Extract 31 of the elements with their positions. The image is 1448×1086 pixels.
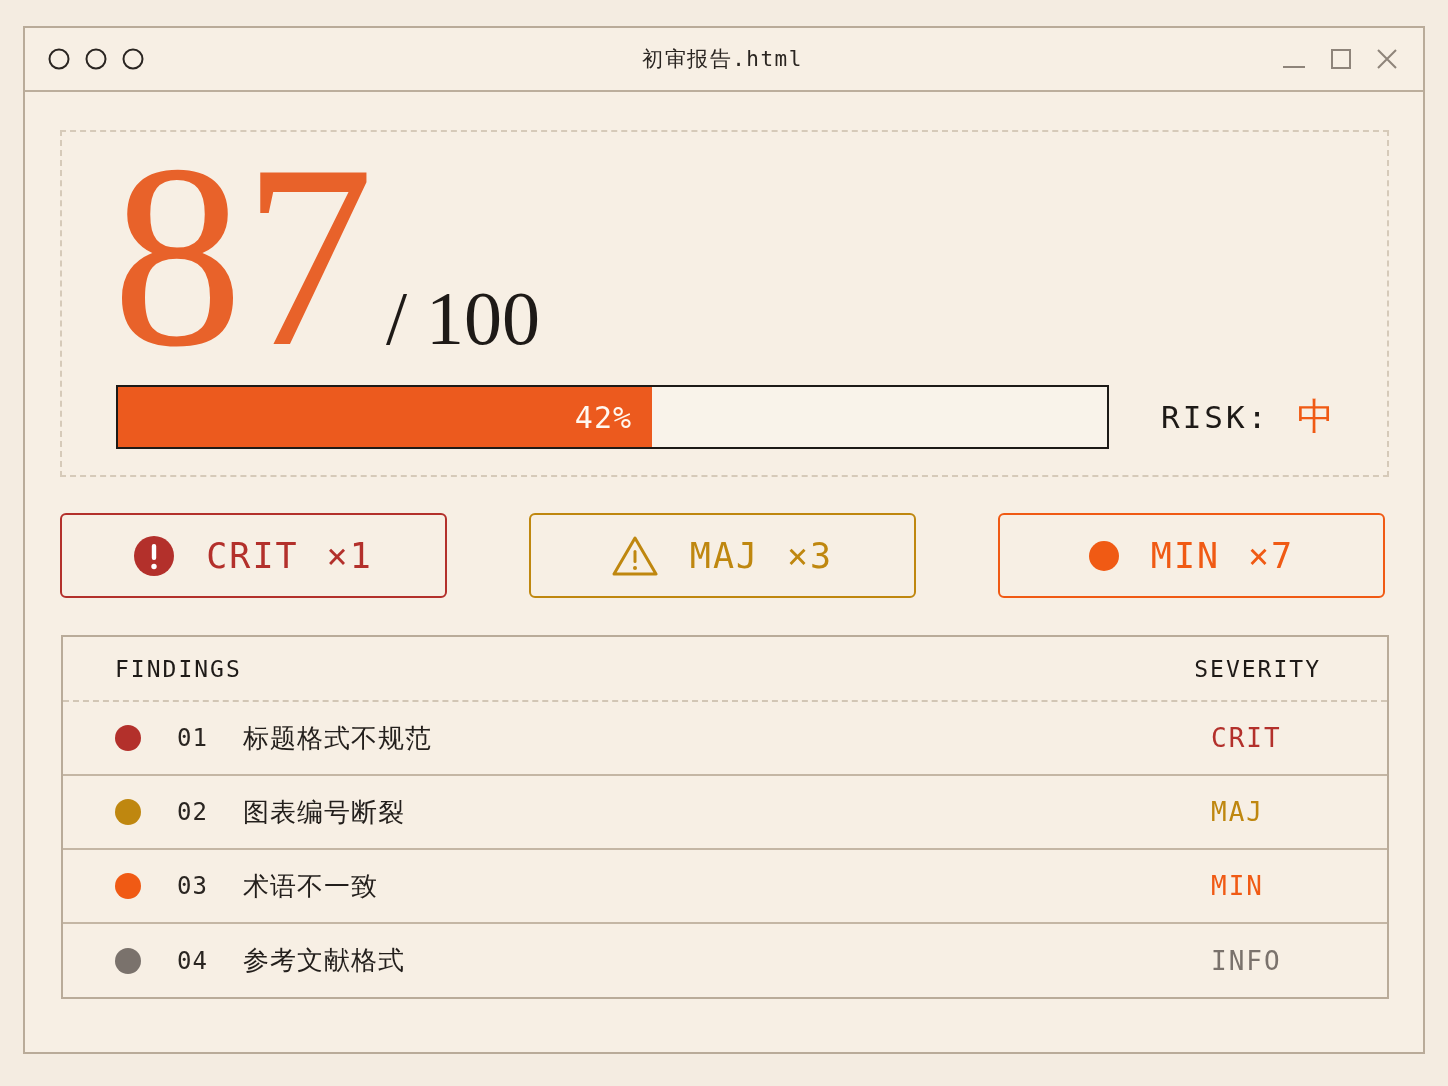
close-icon[interactable]: [1377, 49, 1397, 69]
finding-number: 04: [177, 946, 209, 975]
severity-label: MIN: [1150, 535, 1221, 576]
score-total: / 100: [386, 280, 541, 356]
risk-label: RISK:: [1161, 399, 1270, 435]
maximize-icon[interactable]: [1331, 49, 1351, 69]
severity-text: CRIT: [1211, 723, 1283, 753]
risk-value: 中: [1297, 394, 1335, 440]
column-header: FINDINGS: [115, 655, 242, 682]
severity-text: MIN: [1211, 871, 1265, 901]
severity-label: CRIT: [206, 535, 299, 576]
circle-button-icon[interactable]: [48, 48, 70, 70]
finding-title: 图表编号断裂: [243, 795, 405, 829]
finding-title: 术语不一致: [243, 869, 378, 903]
circle-button-icon[interactable]: [85, 48, 107, 70]
circle-button-icon[interactable]: [122, 48, 144, 70]
column-header: SEVERITY: [1194, 655, 1321, 682]
finding-number: 03: [177, 872, 209, 900]
score-value: 87: [112, 152, 374, 362]
severity-text: INFO: [1211, 945, 1283, 976]
finding-number: 01: [177, 724, 209, 752]
severity-text: MAJ: [1211, 797, 1265, 827]
finding-title: 标题格式不规范: [243, 721, 432, 755]
severity-label: MAJ: [689, 535, 760, 576]
finding-number: 02: [177, 798, 209, 826]
severity-count: ×1: [326, 535, 373, 576]
finding-title: 参考文献格式: [243, 944, 405, 977]
progress-label: 42%: [574, 399, 633, 435]
window-title: 初审报告.html: [642, 46, 803, 73]
severity-count: ×3: [787, 535, 834, 576]
severity-count: ×7: [1248, 535, 1295, 576]
